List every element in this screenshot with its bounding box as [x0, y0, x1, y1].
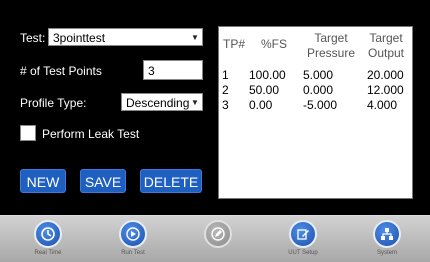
- header-tp: TP#: [222, 37, 245, 51]
- table-cell[interactable]: 100.00: [249, 68, 286, 82]
- real-time-label: Real Time: [34, 250, 62, 256]
- table-cell[interactable]: 0.000: [303, 83, 333, 97]
- run-test-button[interactable]: Run Test: [103, 220, 163, 262]
- leak-test-label: Perform Leak Test: [42, 127, 140, 141]
- test-setup-panel: Test: 3pointtest ▼ # of Test Points 3 Pr…: [0, 0, 430, 215]
- table-cell[interactable]: 2: [222, 83, 229, 97]
- table-cell[interactable]: -5.000: [303, 98, 337, 112]
- test-label: Test:: [20, 31, 46, 45]
- table-cell[interactable]: 1: [222, 68, 229, 82]
- test-select[interactable]: 3pointtest ▼: [48, 28, 203, 46]
- edit-button-disabled[interactable]: [188, 220, 248, 262]
- chevron-down-icon: ▼: [191, 98, 199, 107]
- network-icon: [373, 220, 401, 248]
- header-target-pressure: Target Pressure: [306, 31, 356, 60]
- points-input-value: 3: [148, 64, 155, 78]
- points-label: # of Test Points: [20, 64, 102, 78]
- profile-label: Profile Type:: [20, 96, 87, 110]
- table-cell[interactable]: 20.000: [367, 68, 404, 82]
- table-cell[interactable]: 0.00: [249, 98, 272, 112]
- profile-select[interactable]: Descending ▼: [121, 93, 203, 111]
- points-input[interactable]: 3: [143, 60, 203, 80]
- table-cell[interactable]: 12.000: [367, 83, 404, 97]
- uut-setup-label: UUT Setup: [288, 250, 318, 256]
- table-cell[interactable]: 5.000: [303, 68, 333, 82]
- run-test-label: Run Test: [121, 250, 145, 256]
- save-button[interactable]: SAVE: [80, 169, 126, 193]
- bottom-toolbar: Real Time Run Test UUT Setup System: [0, 215, 430, 262]
- leak-test-checkbox[interactable]: [20, 125, 36, 141]
- test-select-value: 3pointtest: [53, 31, 106, 45]
- table-cell[interactable]: 3: [222, 98, 229, 112]
- clock-icon: [34, 220, 62, 248]
- table-cell[interactable]: 4.000: [367, 98, 397, 112]
- header-fs: %FS: [260, 37, 287, 51]
- test-points-table: TP# %FS Target Pressure Target Output 1 …: [218, 26, 413, 199]
- header-target-output: Target Output: [367, 31, 405, 60]
- edit-icon: [204, 220, 232, 248]
- table-cell[interactable]: 50.00: [249, 83, 279, 97]
- uut-setup-button[interactable]: UUT Setup: [273, 220, 333, 262]
- chevron-down-icon: ▼: [191, 33, 199, 42]
- play-icon: [119, 220, 147, 248]
- delete-button[interactable]: DELETE: [140, 169, 202, 193]
- settings-edit-icon: [289, 220, 317, 248]
- new-button[interactable]: NEW: [20, 169, 66, 193]
- system-label: System: [376, 250, 397, 256]
- real-time-button[interactable]: Real Time: [18, 220, 78, 262]
- profile-select-value: Descending: [126, 96, 190, 110]
- system-button[interactable]: System: [357, 220, 417, 262]
